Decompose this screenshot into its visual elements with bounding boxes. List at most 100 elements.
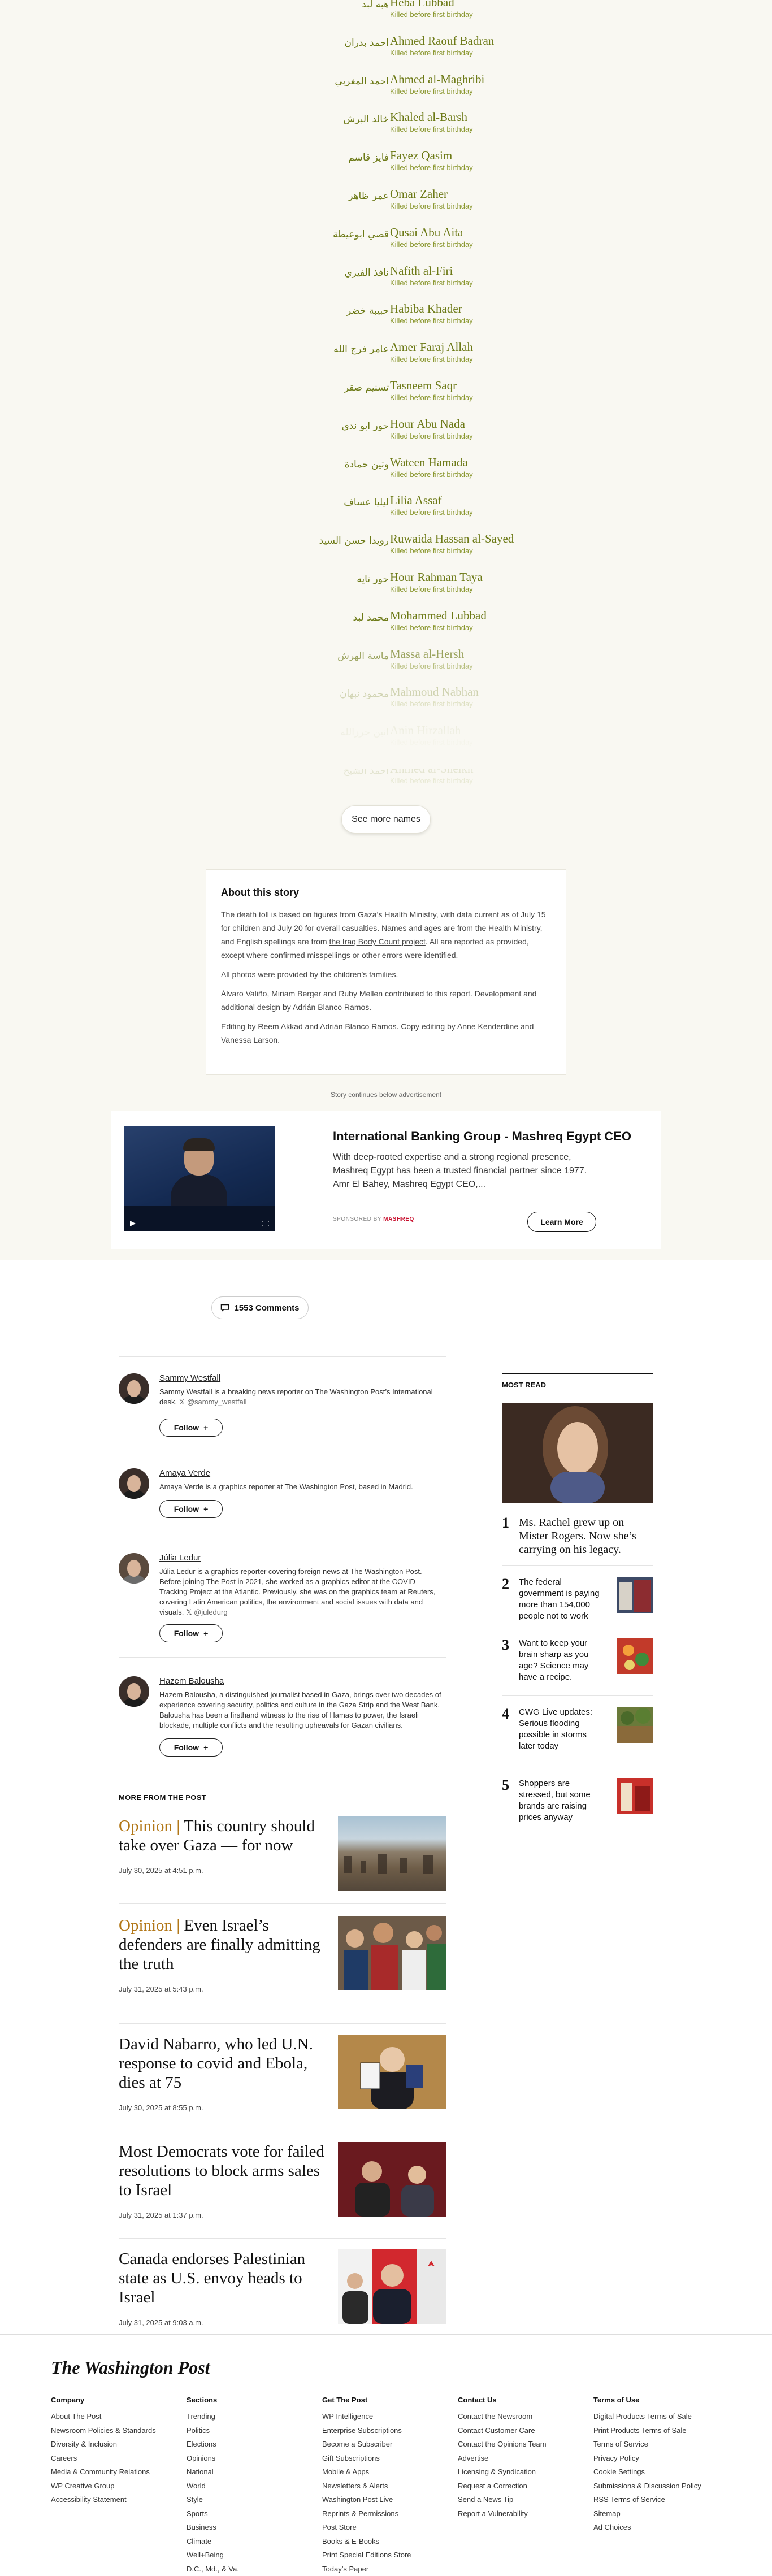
footer-link[interactable]: WP Intelligence [322, 2410, 452, 2424]
footer-link[interactable]: Contact the Newsroom [458, 2410, 588, 2424]
x-icon[interactable]: 𝕏 [186, 1608, 192, 1616]
most-read-thumbnail[interactable] [617, 1638, 653, 1674]
most-read-title[interactable]: Want to keep your brain sharp as you age… [519, 1638, 604, 1683]
footer-link[interactable]: Submissions & Discussion Policy [593, 2479, 723, 2493]
story-image[interactable] [338, 2035, 446, 2109]
story-title[interactable]: Opinion | This country should take over … [119, 1816, 328, 1855]
comments-button[interactable]: 1553 Comments [211, 1296, 309, 1319]
footer-link[interactable]: Licensing & Syndication [458, 2465, 588, 2479]
most-read-title[interactable]: Shoppers are stressed, but some brands a… [519, 1778, 604, 1823]
most-read-title[interactable]: The federal government is paying more th… [519, 1577, 604, 1622]
follow-button[interactable]: Follow+ [159, 1500, 223, 1518]
washington-post-logo[interactable]: The Washington Post [51, 2357, 210, 2378]
x-icon[interactable]: 𝕏 [179, 1398, 185, 1406]
footer-link[interactable]: Privacy Policy [593, 2452, 723, 2466]
story-headline[interactable]: David Nabarro, who led U.N. response to … [119, 2035, 328, 2092]
follow-button[interactable]: Follow+ [159, 1738, 223, 1757]
author-name-link[interactable]: Amaya Verde [159, 1468, 210, 1478]
footer-link[interactable]: Opinions [187, 2452, 316, 2466]
footer-link[interactable]: Mobile & Apps [322, 2465, 452, 2479]
footer-link[interactable]: Post Store [322, 2521, 452, 2535]
footer-link[interactable]: World [187, 2479, 316, 2493]
author-name-link[interactable]: Júlia Ledur [159, 1553, 201, 1563]
footer-link[interactable]: Terms of Service [593, 2438, 723, 2452]
name-arabic: عمر ظاهر [348, 190, 389, 202]
story-card[interactable]: Opinion | Even Israel’s defenders are fi… [119, 1916, 446, 2001]
story-card[interactable]: Most Democrats vote for failed resolutio… [119, 2142, 446, 2227]
most-read-thumbnail[interactable] [617, 1707, 653, 1743]
footer-link[interactable]: Well+Being [187, 2548, 316, 2562]
footer-link[interactable]: Newsroom Policies & Standards [51, 2424, 181, 2438]
most-read-thumbnail[interactable] [617, 1577, 653, 1613]
footer-link[interactable]: Media & Community Relations [51, 2465, 181, 2479]
story-title[interactable]: Opinion | Even Israel’s defenders are fi… [119, 1916, 328, 1974]
footer-link[interactable]: Today’s Paper [322, 2562, 452, 2576]
footer-link[interactable]: Diversity & Inclusion [51, 2438, 181, 2452]
footer-link[interactable]: Report a Vulnerability [458, 2507, 588, 2521]
story-image[interactable] [338, 1816, 446, 1891]
story-headline[interactable]: Most Democrats vote for failed resolutio… [119, 2142, 328, 2200]
footer-link[interactable]: Sports [187, 2507, 316, 2521]
most-read-title[interactable]: Ms. Rachel grew up on Mister Rogers. Now… [519, 1516, 649, 1556]
footer-link[interactable]: Style [187, 2493, 316, 2507]
avatar [119, 1373, 149, 1404]
footer-link[interactable]: Advertise [458, 2452, 588, 2466]
footer-link[interactable]: Contact the Opinions Team [458, 2438, 588, 2452]
footer-link[interactable]: Sitemap [593, 2507, 723, 2521]
footer-link[interactable]: Elections [187, 2438, 316, 2452]
story-image[interactable] [338, 2142, 446, 2217]
author-handle[interactable]: @sammy_westfall [187, 1398, 247, 1406]
story-card[interactable]: David Nabarro, who led U.N. response to … [119, 2035, 446, 2119]
footer-link[interactable]: Newsletters & Alerts [322, 2479, 452, 2493]
author-name-link[interactable]: Sammy Westfall [159, 1373, 220, 1383]
see-more-names-button[interactable]: See more names [341, 805, 431, 834]
story-image[interactable] [338, 2249, 446, 2324]
story-image[interactable] [338, 1916, 446, 1990]
iraq-body-count-link[interactable]: the Iraq Body Count project [329, 937, 425, 946]
footer-link[interactable]: RSS Terms of Service [593, 2493, 723, 2507]
footer-link[interactable]: Climate [187, 2535, 316, 2549]
footer-link[interactable]: Trending [187, 2410, 316, 2424]
footer-link[interactable]: Contact Customer Care [458, 2424, 588, 2438]
play-icon[interactable] [130, 1221, 136, 1226]
advertisement[interactable]: International Banking Group - Mashreq Eg… [111, 1111, 661, 1249]
footer-link[interactable]: Enterprise Subscriptions [322, 2424, 452, 2438]
footer-link[interactable]: Digital Products Terms of Sale [593, 2410, 723, 2424]
name-english: Nafith al-Firi [390, 264, 453, 278]
most-read-hero-image[interactable] [502, 1403, 653, 1503]
footer-link[interactable]: Accessibility Statement [51, 2493, 181, 2507]
footer-link[interactable]: Request a Correction [458, 2479, 588, 2493]
footer-link[interactable]: Become a Subscriber [322, 2438, 452, 2452]
footer-link[interactable]: Print Special Editions Store [322, 2548, 452, 2562]
footer-link[interactable]: Politics [187, 2424, 316, 2438]
footer-link[interactable]: Books & E-Books [322, 2535, 452, 2549]
footer-link[interactable]: D.C., Md., & Va. [187, 2562, 316, 2576]
footer-link[interactable]: Reprints & Permissions [322, 2507, 452, 2521]
learn-more-button[interactable]: Learn More [527, 1212, 596, 1232]
author-handle[interactable]: @juledurg [194, 1608, 227, 1616]
ad-video[interactable] [124, 1126, 275, 1231]
footer-link[interactable]: Print Products Terms of Sale [593, 2424, 723, 2438]
footer-column-get-the-post: Get The PostWP IntelligenceEnterprise Su… [322, 2396, 452, 2576]
footer-link[interactable]: Gift Subscriptions [322, 2452, 452, 2466]
most-read-title[interactable]: CWG Live updates: Serious flooding possi… [519, 1707, 604, 1752]
most-read-thumbnail[interactable] [617, 1778, 653, 1814]
story-card[interactable]: Opinion | This country should take over … [119, 1816, 446, 1901]
follow-button[interactable]: Follow+ [159, 1419, 223, 1437]
story-card[interactable]: Canada endorses Palestinian state as U.S… [119, 2249, 446, 2334]
story-headline[interactable]: Canada endorses Palestinian state as U.S… [119, 2249, 328, 2307]
footer-link[interactable]: WP Creative Group [51, 2479, 181, 2493]
footer-link[interactable]: Send a News Tip [458, 2493, 588, 2507]
footer-link[interactable]: Ad Choices [593, 2521, 723, 2535]
more-from-the-post-heading: MORE FROM THE POST [119, 1786, 446, 1802]
footer-link[interactable]: National [187, 2465, 316, 2479]
footer-link[interactable]: Cookie Settings [593, 2465, 723, 2479]
ad-title[interactable]: International Banking Group - Mashreq Eg… [333, 1129, 631, 1144]
fullscreen-icon[interactable] [262, 1221, 269, 1226]
footer-link[interactable]: Business [187, 2521, 316, 2535]
footer-link[interactable]: Washington Post Live [322, 2493, 452, 2507]
follow-button[interactable]: Follow+ [159, 1624, 223, 1642]
footer-link[interactable]: About The Post [51, 2410, 181, 2424]
footer-link[interactable]: Careers [51, 2452, 181, 2466]
author-name-link[interactable]: Hazem Balousha [159, 1676, 224, 1686]
